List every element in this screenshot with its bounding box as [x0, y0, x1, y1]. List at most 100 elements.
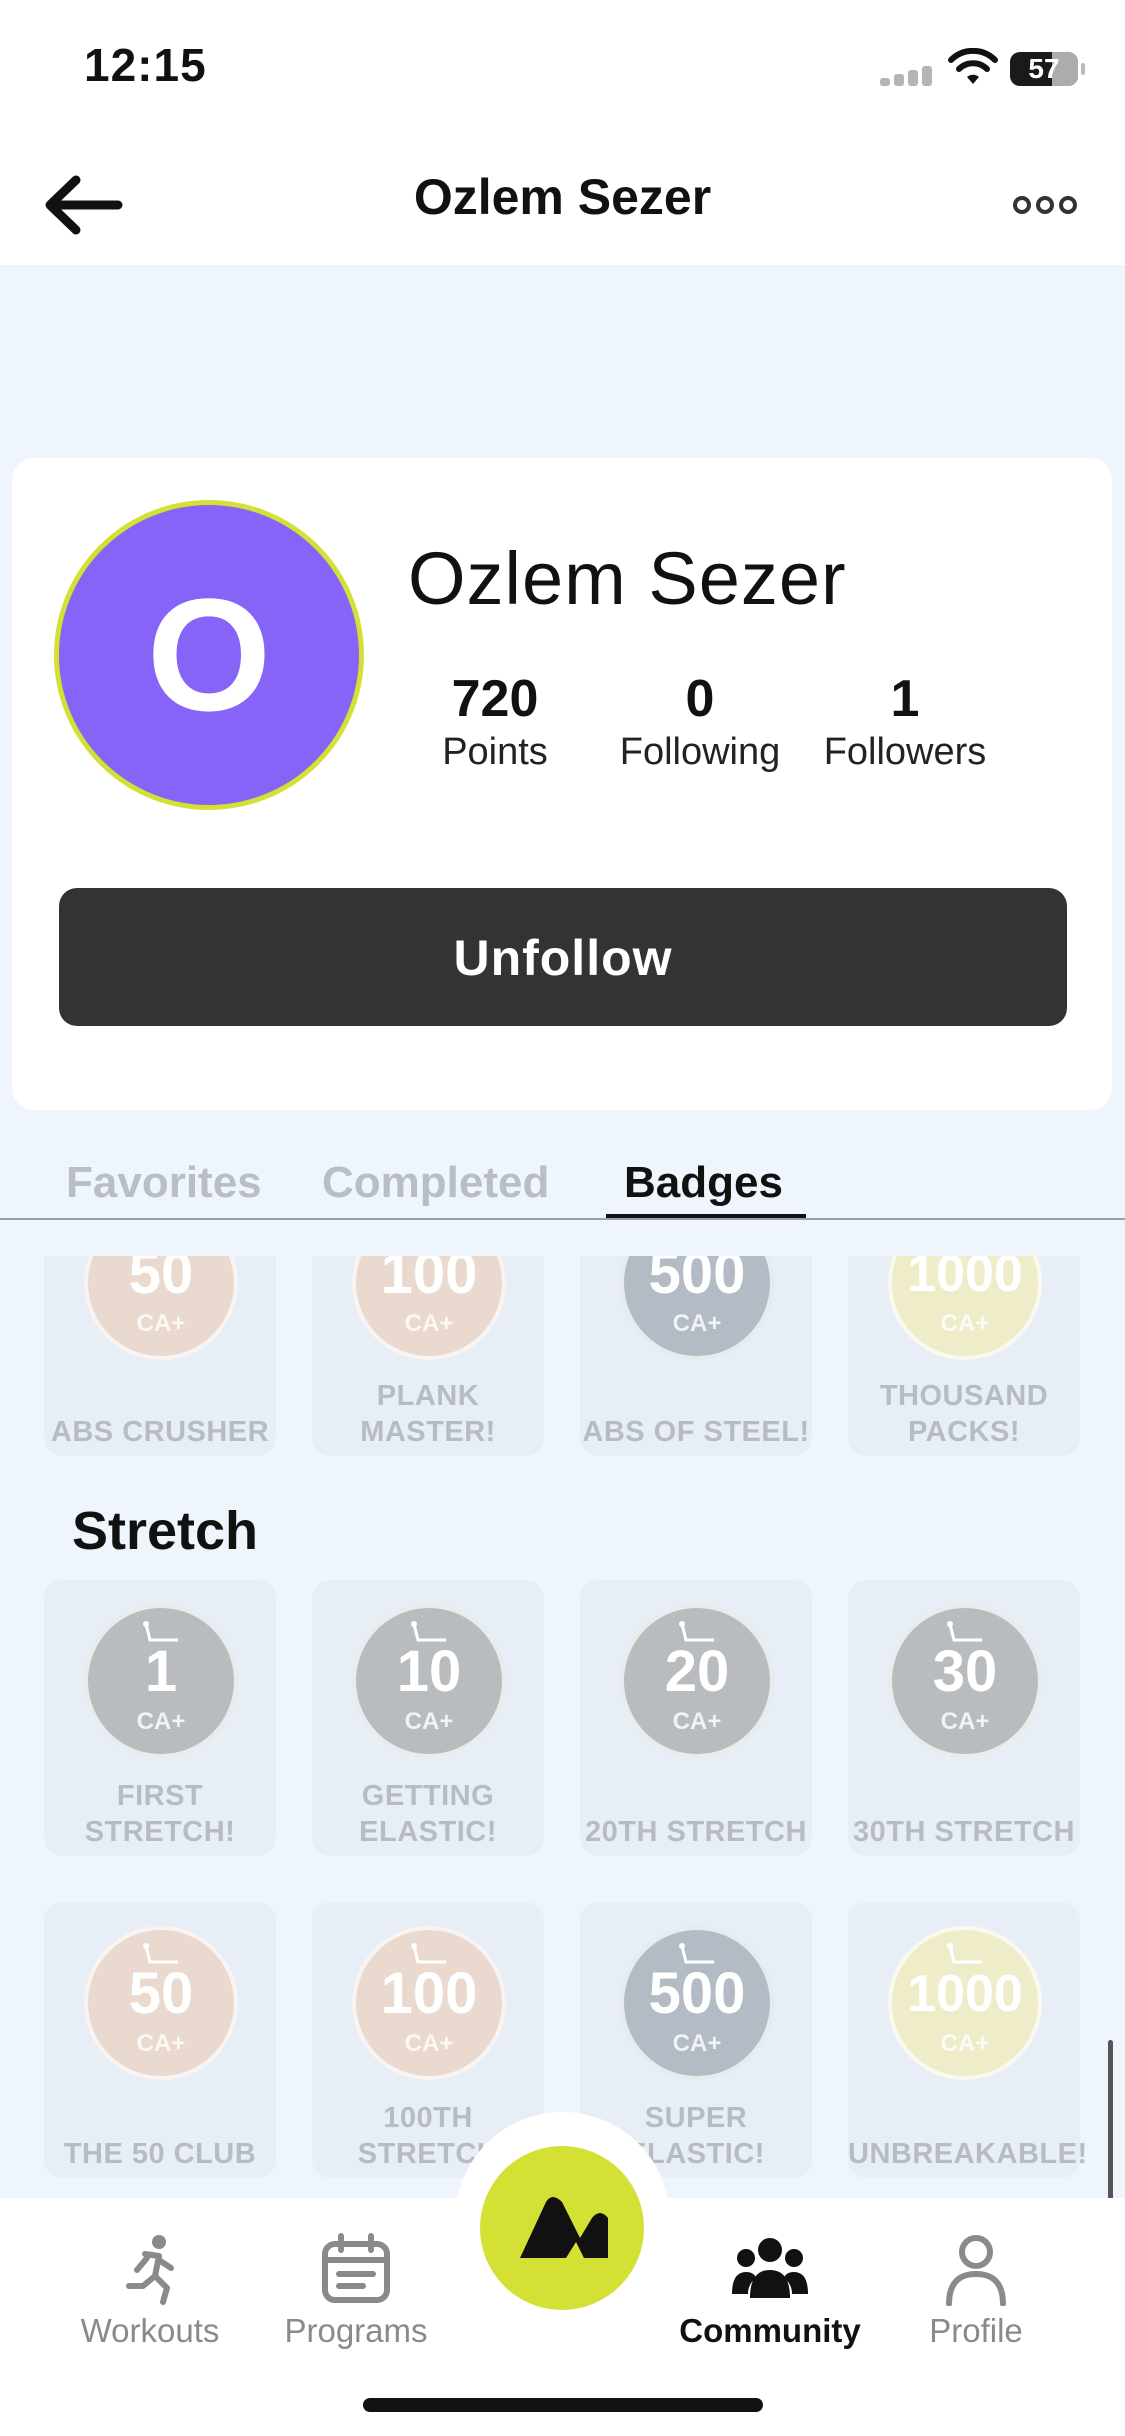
badge-card[interactable]: 50 CA+ ABS CRUSHER — [44, 1256, 276, 1456]
badge-logo: CA+ — [136, 1310, 186, 1337]
stretch-figure-icon: 1000 CA+ — [888, 1926, 1042, 2080]
tab-workouts[interactable]: Workouts — [50, 2232, 250, 2350]
badge-number: 50 — [128, 1256, 194, 1306]
badge-number: 500 — [648, 1961, 746, 2026]
followers-label: Followers — [823, 731, 987, 773]
badge-logo: CA+ — [404, 2030, 454, 2057]
cellular-signal-icon — [880, 62, 936, 86]
badge-label: MASTER! — [360, 1416, 496, 1448]
badge-logo: CA+ — [404, 1310, 454, 1337]
badge-logo: CA+ — [940, 1708, 990, 1735]
badge-card[interactable]: 20 CA+ 20TH STRETCH — [580, 1580, 812, 1856]
badge-card[interactable]: 500 CA+ ABS OF STEEL! — [580, 1256, 812, 1456]
tab-favorites[interactable]: Favorites — [66, 1158, 262, 1208]
badge-logo: CA+ — [940, 1310, 990, 1337]
badges-grid: 50 CA+ ABS CRUSHER 100 CA+ PLANK MASTER!… — [0, 1256, 1125, 2196]
badge-coin-icon: 500 CA+ — [620, 1256, 774, 1360]
badge-label: FIRST — [116, 1780, 204, 1812]
badge-number: 30 — [932, 1639, 998, 1704]
badge-number: 500 — [648, 1256, 746, 1306]
profile-tabs: Favorites Completed Badges — [0, 1150, 1125, 1220]
badge-card[interactable]: 10 CA+ GETTING ELASTIC! — [312, 1580, 544, 1856]
badge-label: THOUSAND — [879, 1380, 1049, 1412]
tab-label: Programs — [284, 2312, 428, 2349]
badge-coin-icon: 100 CA+ — [352, 1256, 506, 1360]
tab-programs[interactable]: Programs — [256, 2232, 456, 2350]
tab-label: Community — [679, 2312, 861, 2349]
badge-number: 1 — [144, 1639, 178, 1704]
more-horizontal-icon[interactable] — [1010, 185, 1080, 225]
brand-logo-icon — [520, 2197, 608, 2258]
badge-number: 10 — [396, 1639, 462, 1704]
badge-number: 20 — [664, 1639, 730, 1704]
people-group-icon — [732, 2238, 808, 2298]
badge-logo: CA+ — [672, 1708, 722, 1735]
points-value: 720 — [451, 670, 539, 728]
active-tab-indicator — [606, 1214, 806, 1218]
badge-card[interactable]: 100 CA+ PLANK MASTER! — [312, 1256, 544, 1456]
avatar-initial: O — [146, 565, 272, 744]
badge-label: ABS OF STEEL! — [582, 1416, 810, 1448]
following-label: Following — [619, 731, 781, 773]
badge-logo: CA+ — [672, 2030, 722, 2057]
badge-card[interactable]: 1000 CA+ THOUSAND PACKS! — [848, 1256, 1080, 1456]
battery-icon: 57 — [1010, 52, 1085, 86]
points-label: Points — [442, 731, 548, 773]
followers-value: 1 — [890, 670, 920, 728]
scrollbar[interactable] — [1108, 2040, 1113, 2200]
following-stat[interactable]: 0 Following — [610, 668, 790, 774]
badge-logo: CA+ — [672, 1310, 722, 1337]
nav-bar: Ozlem Sezer — [0, 140, 1125, 265]
badge-number: 50 — [128, 1961, 194, 2026]
unfollow-button[interactable]: Unfollow — [59, 888, 1067, 1026]
stretch-figure-icon: 500 CA+ — [620, 1926, 774, 2080]
section-title-stretch: Stretch — [72, 1501, 259, 1561]
points-stat: 720 Points — [405, 668, 585, 774]
badge-number: 100 — [380, 1256, 478, 1306]
badge-label: THE 50 CLUB — [63, 2138, 257, 2170]
calendar-icon — [322, 2233, 390, 2303]
page-title: Ozlem Sezer — [413, 169, 712, 225]
tab-label: Workouts — [80, 2312, 220, 2349]
brand-logo-button[interactable] — [480, 2146, 644, 2310]
badge-number: 1000 — [907, 1965, 1023, 2023]
avatar: O — [54, 500, 364, 810]
wifi-icon — [948, 48, 998, 84]
badge-card[interactable]: 1000 CA+ UNBREAKABLE! — [848, 1902, 1088, 2178]
badge-label: 30TH STRETCH — [853, 1816, 1075, 1848]
badge-label: PACKS! — [907, 1416, 1021, 1448]
following-value: 0 — [685, 670, 715, 728]
stretch-figure-icon: 10 CA+ — [352, 1604, 506, 1758]
badge-number: 1000 — [907, 1256, 1023, 1303]
badge-coin-icon: 1000 CA+ — [888, 1256, 1042, 1360]
badge-logo: CA+ — [940, 2030, 990, 2057]
tab-community[interactable]: Community — [670, 2232, 870, 2350]
person-icon — [946, 2235, 1006, 2306]
tab-badges[interactable]: Badges — [624, 1158, 783, 1208]
badge-label: UNBREAKABLE! — [848, 2138, 1088, 2170]
badge-logo: CA+ — [136, 1708, 186, 1735]
home-indicator — [363, 2398, 763, 2412]
badge-card[interactable]: 1 CA+ FIRST STRETCH! — [44, 1580, 276, 1856]
badge-label: ABS CRUSHER — [50, 1416, 270, 1448]
badge-card[interactable]: 50 CA+ THE 50 CLUB — [44, 1902, 276, 2178]
badge-label: STRETCH! — [84, 1816, 236, 1848]
badge-label: PLANK — [376, 1380, 480, 1412]
followers-stat[interactable]: 1 Followers — [815, 668, 995, 774]
tab-profile[interactable]: Profile — [876, 2232, 1076, 2350]
battery-level: 57 — [1028, 53, 1060, 84]
stretch-figure-icon: 1 CA+ — [84, 1604, 238, 1758]
badge-logo: CA+ — [136, 2030, 186, 2057]
stretch-figure-icon: 20 CA+ — [620, 1604, 774, 1758]
badge-card[interactable]: 30 CA+ 30TH STRETCH — [848, 1580, 1080, 1856]
stretch-figure-icon: 50 CA+ — [84, 1926, 238, 2080]
running-person-icon — [126, 2235, 174, 2305]
tab-completed[interactable]: Completed — [322, 1158, 549, 1208]
profile-name: Ozlem Sezer — [408, 537, 847, 620]
badge-logo: CA+ — [404, 1708, 454, 1735]
tab-label: Profile — [929, 2312, 1023, 2349]
badge-label: GETTING — [361, 1780, 495, 1812]
badge-coin-icon: 50 CA+ — [84, 1256, 238, 1360]
status-time: 12:15 — [84, 39, 207, 91]
stretch-figure-icon: 30 CA+ — [888, 1604, 1042, 1758]
